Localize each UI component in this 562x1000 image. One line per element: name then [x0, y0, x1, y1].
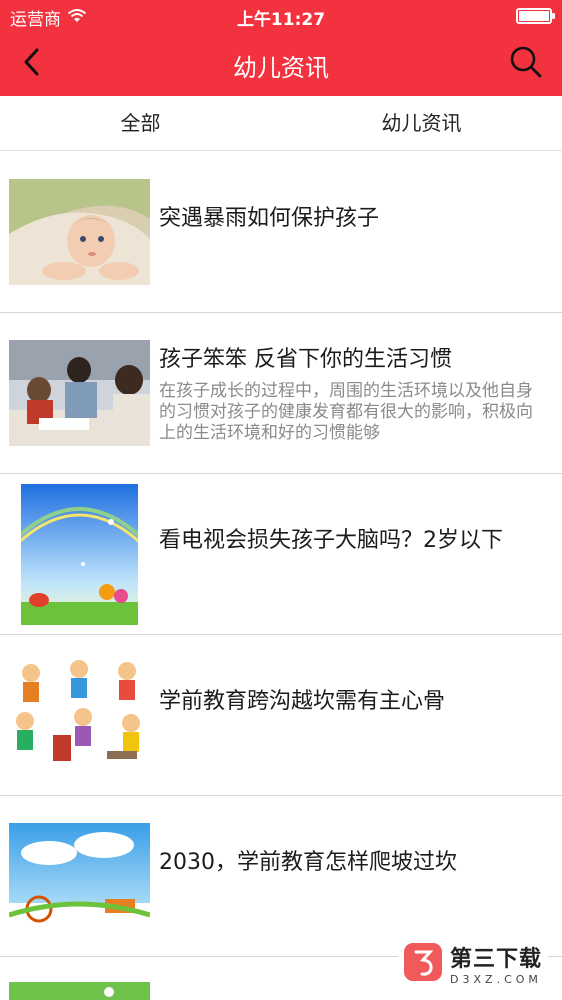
list-item[interactable]: 2030，学前教育怎样爬坡过坎 — [0, 796, 562, 957]
top-bar: 运营商 上午11:27 幼儿资讯 — [0, 0, 562, 96]
category-tabs: 全部 幼儿资讯 — [0, 96, 562, 151]
tab-kids-news[interactable]: 幼儿资讯 — [281, 96, 562, 150]
watermark-logo: 第三下载 D3XZ.COM — [397, 937, 548, 990]
watermark-domain: D3XZ.COM — [450, 973, 542, 986]
article-thumbnail — [9, 340, 150, 446]
article-title: 突遇暴雨如何保护孩子 — [159, 206, 380, 231]
article-title: 2030，学前教育怎样爬坡过坎 — [159, 850, 457, 875]
article-thumbnail — [9, 179, 150, 285]
navbar: 幼儿资讯 — [0, 32, 562, 96]
tab-all[interactable]: 全部 — [0, 96, 281, 150]
article-title: 孩子笨笨 反省下你的生活习惯 — [159, 347, 452, 372]
status-time: 上午11:27 — [236, 10, 326, 30]
article-thumbnail — [9, 823, 150, 929]
article-title: 学前教育跨沟越坎需有主心骨 — [159, 689, 446, 714]
article-list: 突遇暴雨如何保护孩子 孩子笨笨 反省下你的生活习惯 在孩子成长的过程中，周围的生… — [0, 152, 562, 1000]
article-summary: 在孩子成长的过程中，周围的生活环境以及他自身的习惯对孩子的健康发育都有很大的影响… — [159, 381, 533, 443]
article-thumbnail — [21, 484, 138, 625]
list-item[interactable]: 突遇暴雨如何保护孩子 — [0, 152, 562, 313]
download-logo-icon — [403, 942, 442, 985]
article-text: 看电视会损失孩子大脑吗？2岁以下 — [159, 522, 544, 554]
article-title: 看电视会损失孩子大脑吗？2岁以下 — [159, 528, 503, 553]
list-item[interactable]: 看电视会损失孩子大脑吗？2岁以下 — [0, 474, 562, 635]
article-text: 孩子笨笨 反省下你的生活习惯 在孩子成长的过程中，周围的生活环境以及他自身的习惯… — [159, 341, 544, 444]
article-thumbnail — [9, 982, 150, 1000]
status-bar: 运营商 上午11:27 — [0, 0, 562, 32]
article-text: 突遇暴雨如何保护孩子 — [159, 200, 544, 232]
watermark-text: 第三下载 D3XZ.COM — [450, 941, 542, 986]
page-title: 幼儿资讯 — [233, 54, 329, 82]
list-item[interactable]: 学前教育跨沟越坎需有主心骨 — [0, 635, 562, 796]
search-icon — [509, 45, 543, 83]
search-button[interactable] — [506, 44, 546, 84]
battery-icon — [516, 8, 555, 24]
article-text: 2030，学前教育怎样爬坡过坎 — [159, 844, 544, 876]
watermark-name: 第三下载 — [449, 947, 542, 972]
battery-level — [519, 11, 550, 21]
article-text: 学前教育跨沟越坎需有主心骨 — [159, 683, 544, 715]
list-item[interactable]: 孩子笨笨 反省下你的生活习惯 在孩子成长的过程中，周围的生活环境以及他自身的习惯… — [0, 313, 562, 474]
article-thumbnail — [9, 655, 150, 773]
